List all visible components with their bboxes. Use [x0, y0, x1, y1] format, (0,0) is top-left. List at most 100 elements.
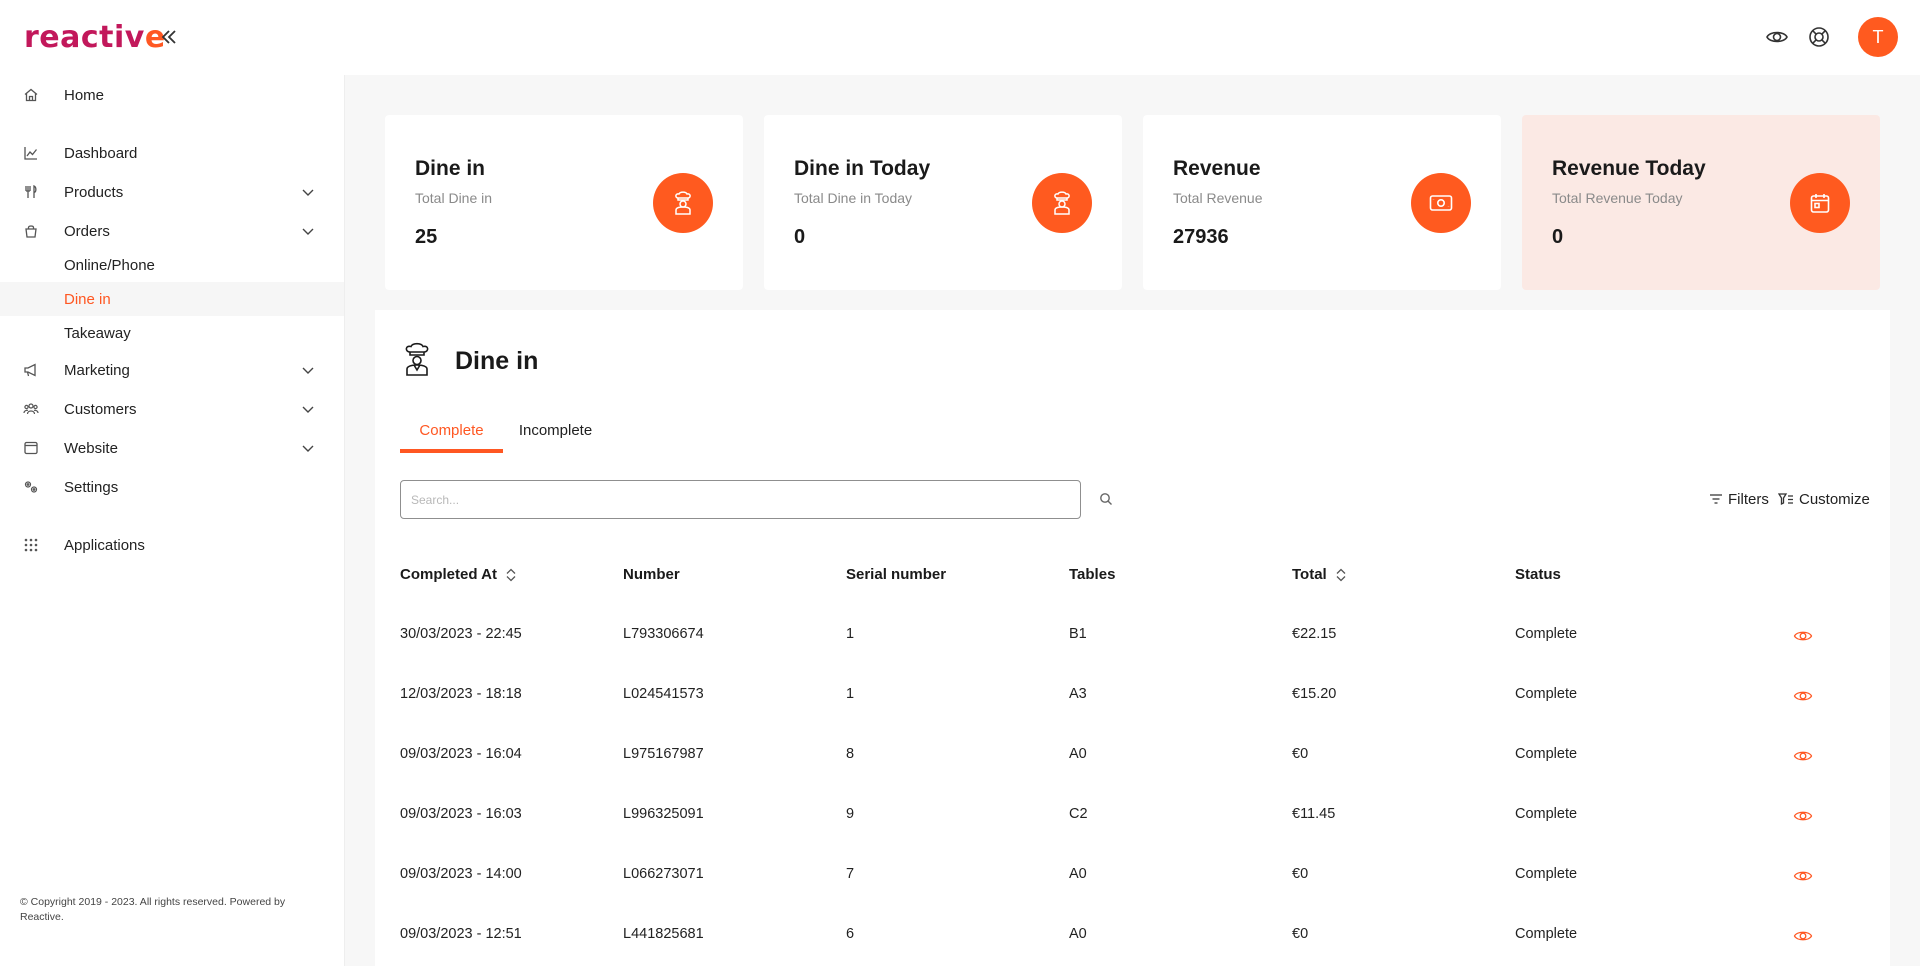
stat-card-revenue: Revenue Total Revenue 27936 [1143, 115, 1501, 290]
user-avatar[interactable]: T [1858, 17, 1898, 57]
bag-icon [22, 222, 40, 240]
chevron-down-icon [300, 223, 316, 239]
cell-number: L975167987 [623, 746, 704, 762]
main-content: Dine in Total Dine in 25 Dine in Today T… [345, 75, 1920, 966]
sidebar: Home Dashboard Products Orders Online/Ph… [0, 75, 345, 966]
cell-number: L793306674 [623, 626, 704, 642]
dine-in-panel: Dine in Complete Incomplete Filters Cust… [375, 310, 1890, 966]
sidebar-item-label: Orders [64, 222, 110, 240]
cell-serial-number: 7 [846, 866, 855, 882]
column-header-label: Status [1515, 566, 1561, 583]
column-header-label: Number [623, 566, 680, 583]
cell-tables: A0 [1069, 926, 1087, 942]
table-row[interactable]: 12/03/2023 - 18:18 L024541573 1 A3 €15.2… [375, 676, 1890, 716]
sidebar-item-label: Applications [64, 536, 145, 554]
view-order-eye-icon[interactable] [1793, 927, 1813, 945]
cell-total: €0 [1292, 866, 1309, 882]
collapse-sidebar-button[interactable] [158, 26, 180, 48]
support-button[interactable] [1806, 24, 1832, 50]
cell-status: Complete [1515, 746, 1578, 762]
sidebar-item-products[interactable]: Products [0, 175, 344, 209]
table-row[interactable]: 09/03/2023 - 14:00 L066273071 7 A0 €0 Co… [375, 856, 1890, 896]
filters-label: Filters [1728, 490, 1769, 508]
column-header-label: Completed At [400, 566, 497, 583]
cell-status: Complete [1515, 806, 1578, 822]
sidebar-subitem-label: Online/Phone [64, 256, 155, 274]
filters-button[interactable]: Filters [1709, 489, 1769, 509]
sidebar-item-marketing[interactable]: Marketing [0, 353, 344, 387]
sidebar-subitem-takeaway[interactable]: Takeaway [0, 316, 344, 350]
customize-icon [1778, 493, 1793, 506]
customize-button[interactable]: Customize [1778, 489, 1870, 509]
sidebar-item-customers[interactable]: Customers [0, 392, 344, 426]
cell-status: Complete [1515, 926, 1578, 942]
chevron-down-icon [300, 401, 316, 417]
search-icon [1100, 493, 1112, 505]
column-header-label: Serial number [846, 566, 947, 583]
customize-label: Customize [1799, 490, 1870, 508]
cell-status: Complete [1515, 626, 1578, 642]
sidebar-subitem-label: Takeaway [64, 324, 131, 342]
preview-eye-button[interactable] [1764, 24, 1790, 50]
column-header-label: Total [1292, 566, 1327, 583]
cell-completed-at: 09/03/2023 - 12:51 [400, 926, 522, 942]
reactive-logo[interactable]: reactive [24, 20, 166, 55]
stat-title: Revenue Today [1552, 157, 1706, 180]
search-input[interactable] [400, 480, 1081, 519]
view-order-eye-icon[interactable] [1793, 747, 1813, 765]
table-row[interactable]: 09/03/2023 - 16:03 L996325091 9 C2 €11.4… [375, 796, 1890, 836]
column-header-total[interactable]: Total [1292, 566, 1347, 583]
stat-title: Dine in Today [794, 157, 931, 180]
browser-icon [22, 439, 40, 457]
tab-label: Incomplete [518, 422, 593, 439]
copyright-text: © Copyright 2019 - 2023. All rights rese… [20, 896, 286, 923]
chart-icon [22, 144, 40, 162]
view-order-eye-icon[interactable] [1793, 687, 1813, 705]
chef-icon [405, 342, 429, 376]
sidebar-item-website[interactable]: Website [0, 431, 344, 465]
view-order-eye-icon[interactable] [1793, 807, 1813, 825]
cell-number: L066273071 [623, 866, 704, 882]
cell-tables: B1 [1069, 626, 1087, 642]
tab-incomplete[interactable]: Incomplete [503, 415, 608, 453]
sidebar-item-home[interactable]: Home [0, 78, 344, 112]
sidebar-item-settings[interactable]: Settings [0, 470, 344, 504]
table-row[interactable]: 09/03/2023 - 16:04 L975167987 8 A0 €0 Co… [375, 736, 1890, 776]
stat-card-dine-in: Dine in Total Dine in 25 [385, 115, 743, 290]
sidebar-item-label: Home [64, 86, 105, 104]
sidebar-subitem-online-phone[interactable]: Online/Phone [0, 248, 344, 282]
sort-icon [506, 568, 516, 581]
stat-subtitle: Total Revenue [1173, 190, 1263, 206]
double-chevron-left-icon [161, 30, 176, 44]
cell-completed-at: 09/03/2023 - 16:04 [400, 746, 522, 762]
view-order-eye-icon[interactable] [1793, 627, 1813, 645]
stat-card-revenue-today: Revenue Today Total Revenue Today 0 [1522, 115, 1880, 290]
sidebar-item-orders[interactable]: Orders [0, 214, 344, 248]
sidebar-subitem-dine-in[interactable]: Dine in [0, 282, 344, 316]
stat-subtitle: Total Dine in Today [794, 190, 913, 206]
sidebar-item-label: Customers [64, 400, 137, 418]
sidebar-item-applications[interactable]: Applications [0, 528, 344, 562]
top-header: reactive T [0, 0, 1920, 75]
search-button[interactable] [1097, 490, 1115, 508]
sidebar-item-dashboard[interactable]: Dashboard [0, 136, 344, 170]
users-icon [22, 400, 40, 418]
sidebar-item-label: Settings [64, 478, 119, 496]
cell-completed-at: 09/03/2023 - 14:00 [400, 866, 522, 882]
cell-tables: A0 [1069, 866, 1087, 882]
table-row[interactable]: 30/03/2023 - 22:45 L793306674 1 B1 €22.1… [375, 616, 1890, 656]
cell-completed-at: 30/03/2023 - 22:45 [400, 626, 522, 642]
eye-icon [1766, 31, 1788, 43]
cell-number: L996325091 [623, 806, 704, 822]
tab-complete[interactable]: Complete [400, 415, 503, 453]
stat-card-dine-in-today: Dine in Today Total Dine in Today 0 [764, 115, 1122, 290]
cell-total: €11.45 [1292, 806, 1336, 822]
cell-number: L024541573 [623, 686, 704, 702]
stat-title: Revenue [1173, 157, 1261, 180]
column-header-completed-at[interactable]: Completed At [400, 566, 517, 583]
cell-serial-number: 1 [846, 626, 855, 642]
filter-icon [1710, 494, 1722, 504]
view-order-eye-icon[interactable] [1793, 867, 1813, 885]
column-header-tables: Tables [1069, 566, 1115, 583]
table-row[interactable]: 09/03/2023 - 12:51 L441825681 6 A0 €0 Co… [375, 916, 1890, 956]
